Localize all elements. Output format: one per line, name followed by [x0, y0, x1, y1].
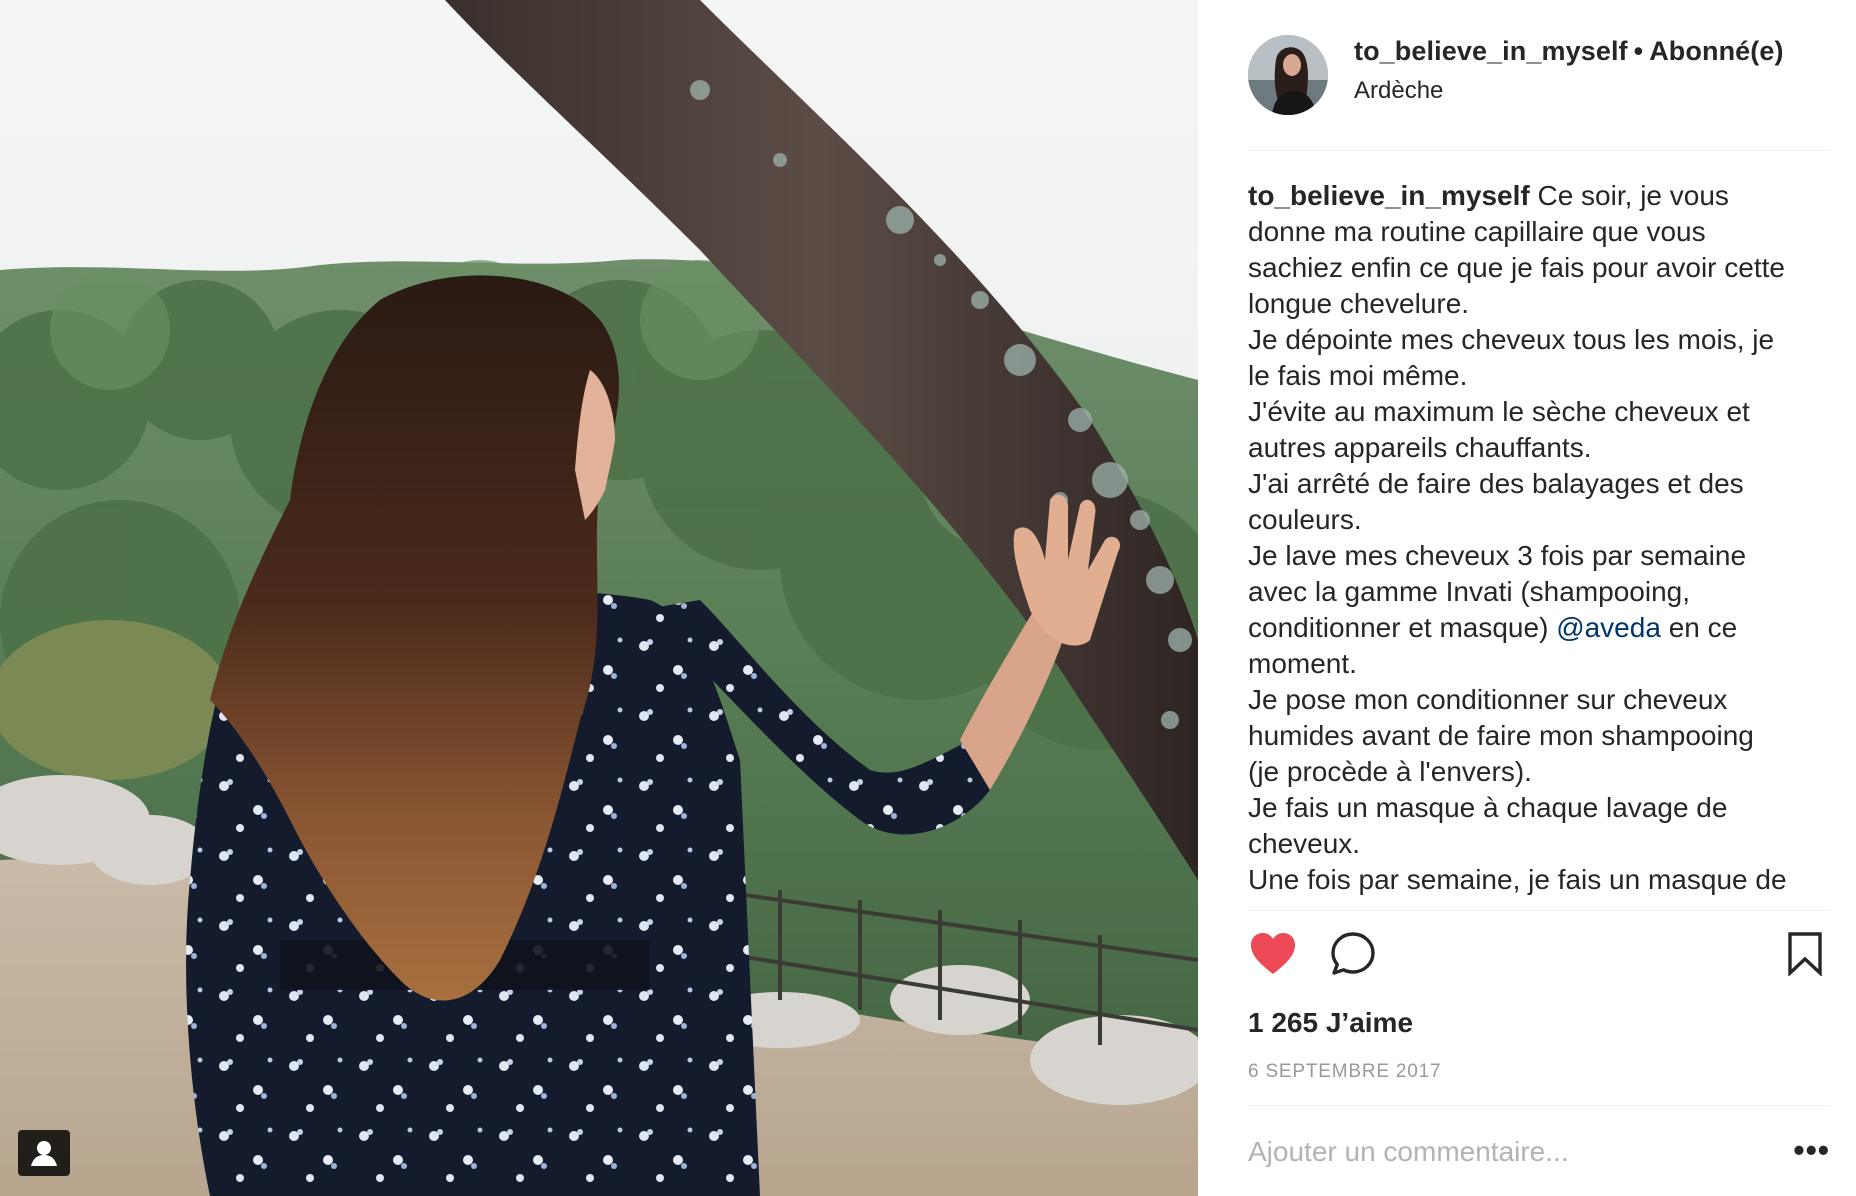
caption-text: en ce [1668, 612, 1738, 643]
caption-line: Je pose mon conditionner sur cheveux [1248, 684, 1728, 715]
caption-line: (je procède à l'envers). [1248, 756, 1532, 787]
caption-line: conditionner et masque) @aveda en ce [1248, 610, 1830, 646]
caption-line: cheveux. [1248, 828, 1361, 859]
caption-line: Je lave mes cheveux 3 fois par semaine [1248, 540, 1747, 571]
caption-line: donne ma routine capillaire que vous [1248, 216, 1706, 247]
username-link[interactable]: to_believe_in_myself [1354, 36, 1628, 66]
avatar[interactable] [1248, 35, 1328, 115]
caption-line: humides avant de faire mon shampooing [1248, 720, 1754, 751]
comment-input[interactable] [1248, 1136, 1748, 1168]
caption-line: Je dépointe mes cheveux tous les mois, j… [1248, 324, 1775, 355]
caption-text: conditionner et masque) [1248, 612, 1549, 643]
caption-line: sachiez enfin ce que je fais pour avoir … [1248, 252, 1785, 283]
ellipsis-icon[interactable]: ••• [1793, 1132, 1830, 1169]
caption-line: J'ai arrêté de faire des balayages et de… [1248, 468, 1744, 499]
caption-line: J'évite au maximum le sèche cheveux et [1248, 396, 1750, 427]
action-bar [1248, 911, 1830, 997]
post-photo[interactable] [0, 0, 1198, 1196]
header-line: to_believe_in_myself • Abonné(e) [1354, 36, 1784, 67]
comment-form: ••• [1248, 1132, 1830, 1168]
caption-line: longue chevelure. [1248, 288, 1470, 319]
post-sidebar: to_believe_in_myself • Abonné(e) Ardèche t… [1198, 0, 1856, 1196]
caption-username-link[interactable]: to_believe_in_myself [1248, 180, 1530, 211]
user-tag-icon[interactable] [18, 1130, 70, 1176]
separator-dot: • [1633, 35, 1644, 66]
post-date[interactable]: 6 SEPTEMBRE 2017 [1248, 1061, 1830, 1106]
caption-line: Une fois par semaine, je fais un masque … [1248, 864, 1787, 895]
caption-line: avec la gamme Invati (shampooing, [1248, 576, 1690, 607]
likes-count[interactable]: 1 265 J’aime [1248, 1007, 1830, 1039]
bookmark-icon [1788, 932, 1822, 976]
caption-line: to_believe_in_myself Ce soir, je vous [1248, 178, 1830, 214]
like-button[interactable] [1248, 929, 1298, 979]
header-text: to_believe_in_myself • Abonné(e) Ardèche [1354, 36, 1784, 105]
comment-button[interactable] [1328, 929, 1378, 979]
caption-text: Ce soir, je vous [1537, 180, 1729, 211]
caption-line: autres appareils chauffants. [1248, 432, 1592, 463]
photo-illustration [0, 0, 1198, 1196]
heart-icon [1251, 933, 1295, 974]
caption-line: moment. [1248, 648, 1357, 679]
caption-line: couleurs. [1248, 504, 1362, 535]
follow-status[interactable]: Abonné(e) [1649, 36, 1783, 66]
instagram-post-view: to_believe_in_myself • Abonné(e) Ardèche t… [0, 0, 1856, 1196]
caption-line: le fais moi même. [1248, 360, 1468, 391]
caption-line: Je fais un masque à chaque lavage de [1248, 792, 1728, 823]
post-caption: to_believe_in_myself Ce soir, je vous do… [1248, 178, 1830, 898]
mention-link[interactable]: @aveda [1556, 612, 1661, 643]
speech-bubble-icon [1331, 932, 1375, 975]
caption-scroll-area[interactable]: to_believe_in_myself Ce soir, je vous do… [1248, 151, 1830, 911]
save-button[interactable] [1780, 929, 1830, 979]
post-header: to_believe_in_myself • Abonné(e) Ardèche [1248, 0, 1830, 151]
location-link[interactable]: Ardèche [1354, 77, 1784, 105]
